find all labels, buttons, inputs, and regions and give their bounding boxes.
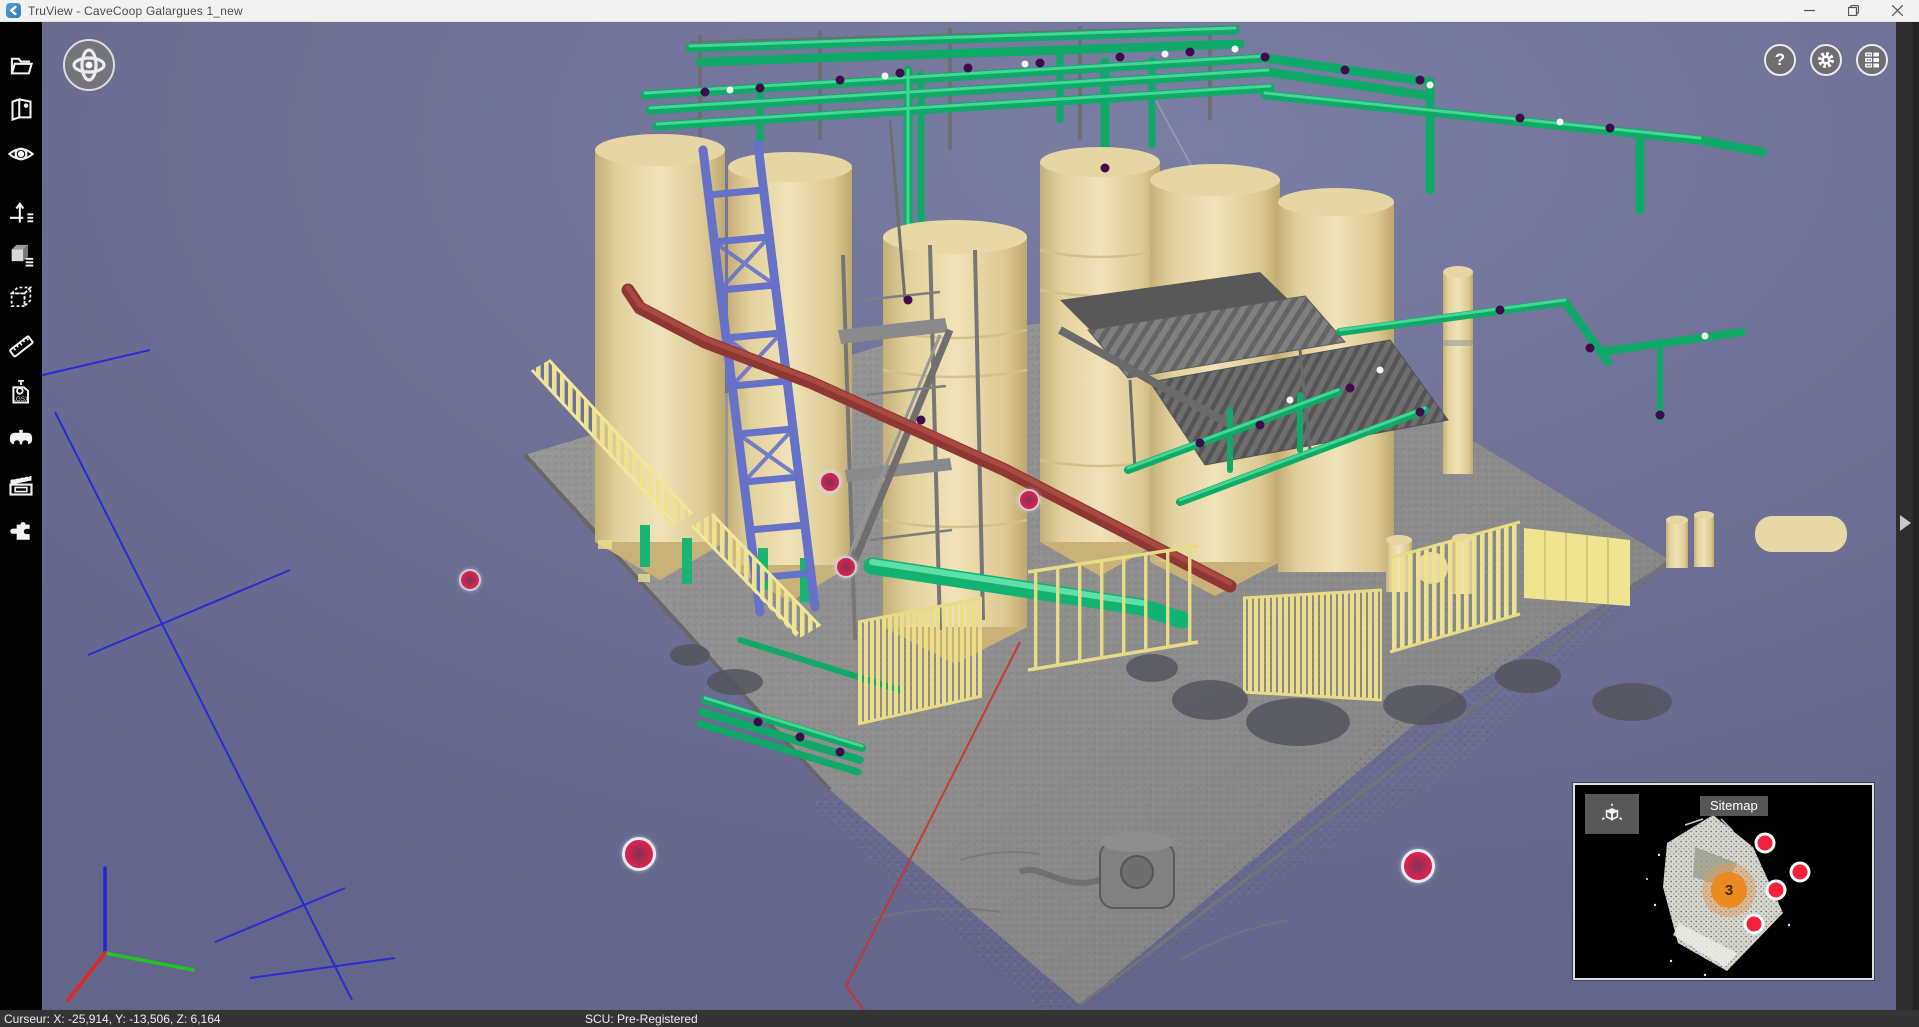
animation-button[interactable] [7, 470, 35, 498]
sitemap-scan-dot[interactable] [1766, 880, 1787, 901]
panorama-view-button[interactable] [7, 95, 35, 123]
puzzle-piece-icon [8, 517, 34, 543]
eye-icon [7, 140, 35, 168]
window-title: TruView - CaveCoop Galargues 1_new [28, 4, 243, 18]
panel-edge [1913, 22, 1919, 1010]
sitemap-home-button[interactable] [1585, 794, 1639, 834]
left-toolbar: LGSX [0, 22, 42, 1010]
plugins-button[interactable] [7, 516, 35, 544]
clip-box-icon [7, 284, 35, 312]
coordinate-axes-button[interactable] [7, 198, 35, 226]
active-scan-number: 3 [1725, 882, 1733, 899]
expand-panel-arrow[interactable] [1900, 515, 1911, 531]
visibility-button[interactable] [7, 140, 35, 168]
view-cube-button[interactable] [7, 239, 35, 267]
title-bar: TruView - CaveCoop Galargues 1_new [0, 0, 1919, 22]
sitemap-scan-dot[interactable] [1744, 914, 1765, 935]
measure-button[interactable] [7, 332, 35, 360]
vr-headset-button[interactable] [7, 424, 35, 452]
clapperboard-icon [7, 470, 35, 498]
lgsx-export-button[interactable]: LGSX [7, 378, 35, 406]
view-cube-icon [7, 239, 35, 267]
help-icon: ? [1775, 50, 1785, 70]
open-project-button[interactable] [7, 51, 35, 79]
scan-position-marker[interactable] [819, 471, 841, 493]
lgsx-export-icon: LGSX [7, 378, 35, 406]
clip-box-button[interactable] [7, 284, 35, 312]
vr-headset-icon [7, 424, 35, 452]
ruler-icon [7, 332, 35, 360]
scu-status: SCU: Pre-Registered [585, 1012, 698, 1026]
status-bar: Curseur: X: -25,914, Y: -13,506, Z: 6,16… [0, 1010, 1919, 1027]
scan-position-marker[interactable] [459, 569, 481, 591]
home-view-cube-icon [1599, 801, 1625, 827]
scan-list-button[interactable] [1856, 44, 1888, 76]
sitemap-scan-dot[interactable] [1790, 862, 1811, 883]
scan-position-marker[interactable] [1401, 849, 1435, 883]
minimize-button[interactable] [1787, 0, 1831, 21]
scan-list-icon [1862, 50, 1882, 70]
truview-logo [6, 3, 21, 18]
sitemap-title: Sitemap [1700, 796, 1768, 816]
orbit-compass-icon [69, 45, 109, 85]
settings-gear-icon [1816, 50, 1836, 70]
scan-position-marker[interactable] [835, 556, 857, 578]
scan-position-marker[interactable] [622, 837, 656, 871]
cursor-coordinates: Curseur: X: -25,914, Y: -13,506, Z: 6,16… [4, 1012, 221, 1026]
truview-window: ? TruView - CaveCoop Galarg [0, 0, 1919, 1027]
help-button[interactable]: ? [1764, 44, 1796, 76]
orbit-compass-button[interactable] [63, 39, 115, 91]
coordinate-axes-icon [7, 198, 35, 226]
sitemap-active-scan-marker[interactable]: 3 [1711, 872, 1747, 908]
settings-button[interactable] [1810, 44, 1842, 76]
scan-position-marker[interactable] [1018, 489, 1040, 511]
panorama-view-icon [8, 96, 35, 123]
sitemap-panel: Sitemap 3 [1573, 783, 1874, 980]
close-button[interactable] [1875, 0, 1919, 21]
svg-text:LGSX: LGSX [12, 396, 30, 403]
tan-column [1443, 266, 1473, 474]
restore-button[interactable] [1831, 0, 1875, 21]
collapsed-side-panel[interactable] [1896, 22, 1919, 1010]
sitemap-scan-dot[interactable] [1755, 833, 1776, 854]
open-folder-icon [8, 52, 35, 79]
